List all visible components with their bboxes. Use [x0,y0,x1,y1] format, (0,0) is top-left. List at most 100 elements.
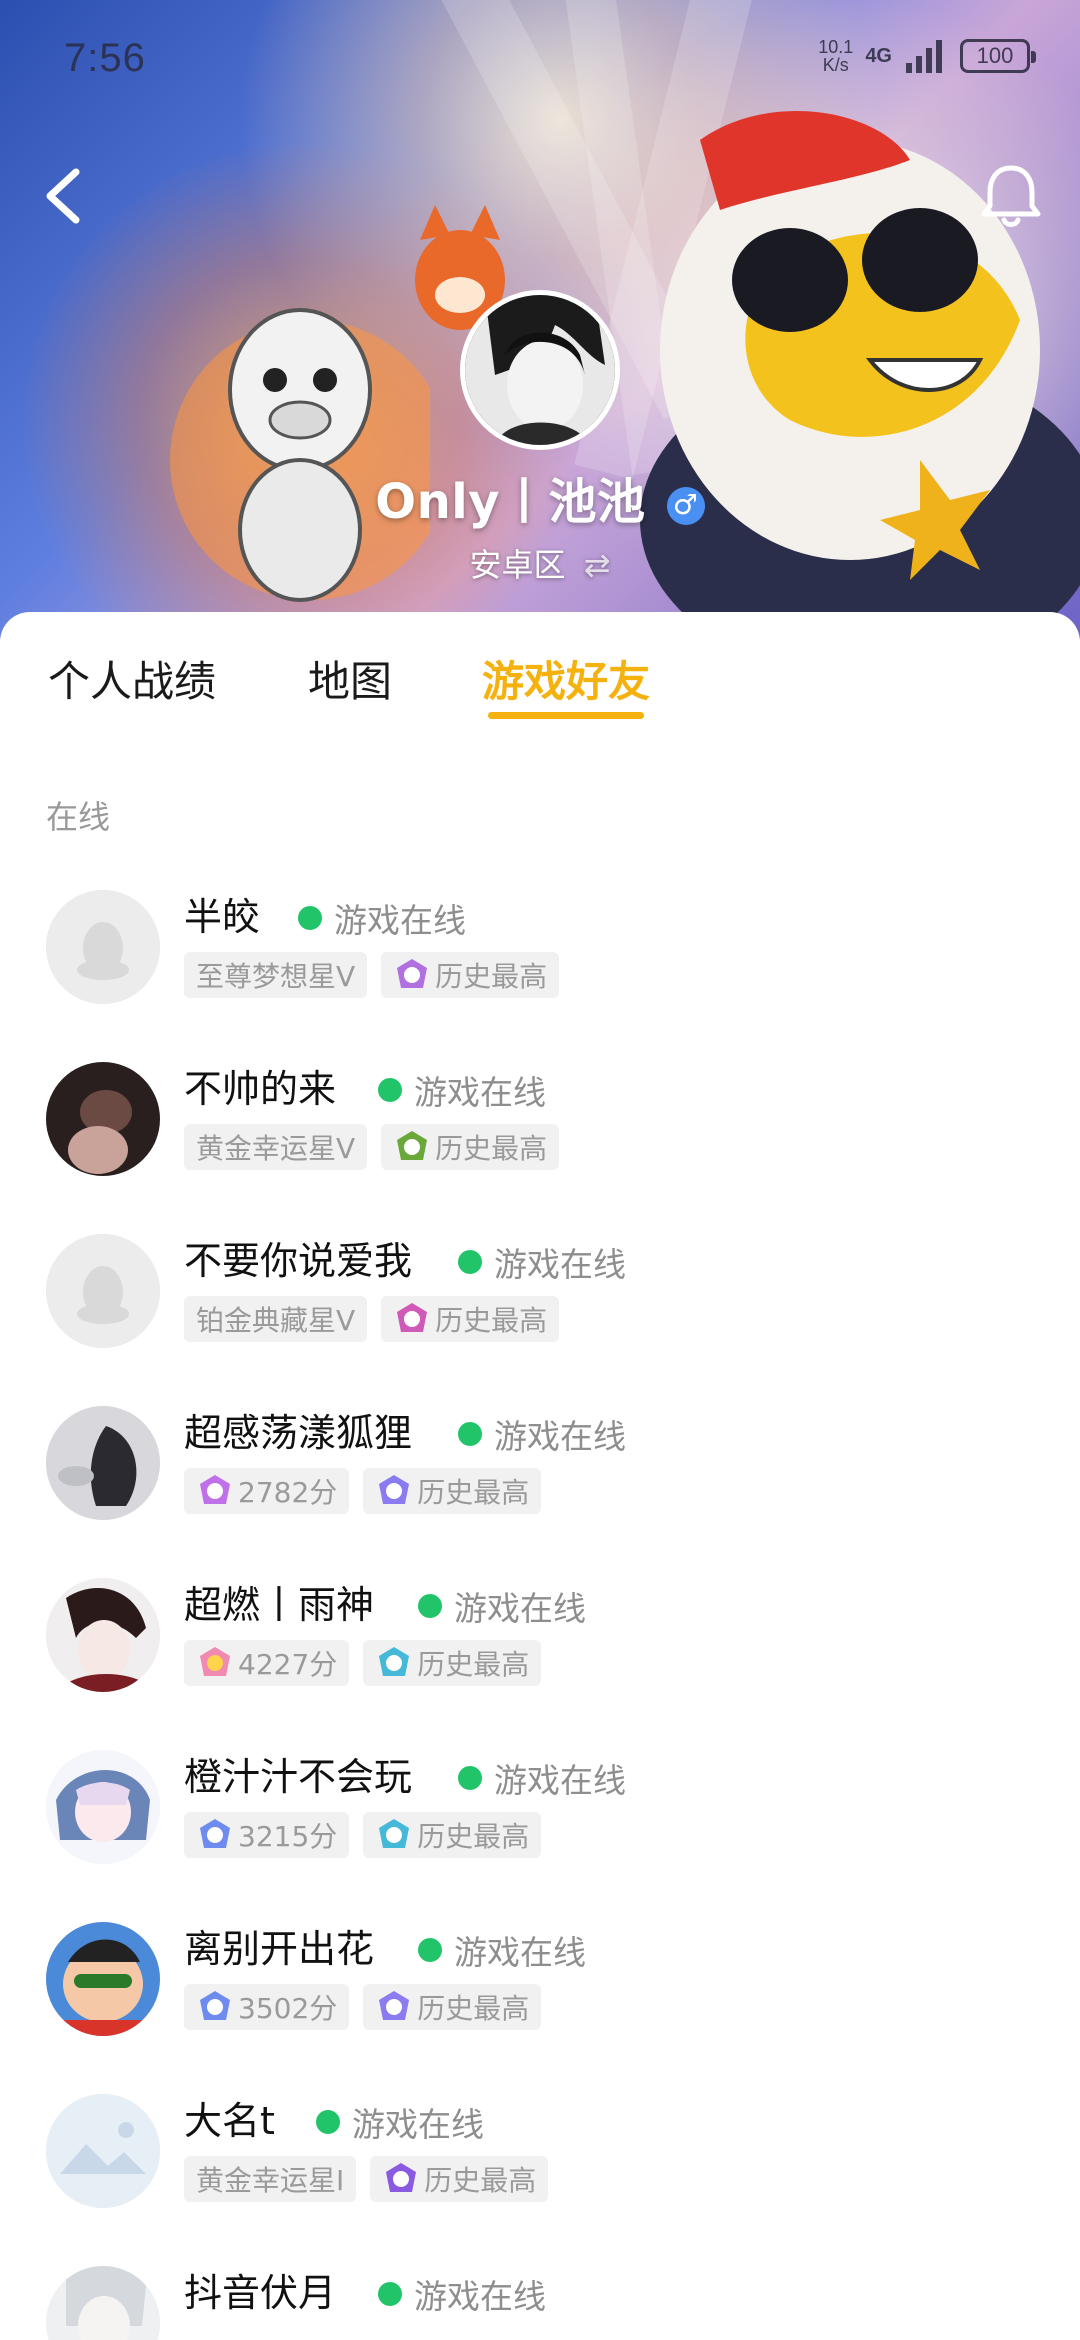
online-status: 游戏在线 [378,1066,546,1114]
network-speed-value: 10.1 [818,37,854,57]
rank-badge-icon [200,1647,230,1676]
rank-badge-icon [379,1819,410,1848]
friend-avatar[interactable] [46,1406,160,1520]
rank-badge-icon [200,1475,230,1504]
online-status-text: 游戏在线 [454,1589,586,1628]
friend-tags: 黄金幸运星V 历史最高 [184,1124,560,1170]
rank-tag-text: 至尊梦想星V [196,960,356,993]
friend-tags: 3502分 历史最高 [184,1984,542,2030]
friend-list-item[interactable]: 不要你说爱我 游戏在线 铂金典藏星V 历史最高 [0,1234,1080,1404]
male-gender-icon: ♂ [666,487,705,525]
rank-tag-text: 黄金幸运星I [196,2164,345,2197]
online-status: 游戏在线 [418,1582,586,1630]
rank-badge-icon [386,2163,417,2192]
history-high-text: 历史最高 [435,960,548,993]
history-high-text: 历史最高 [417,1648,530,1681]
tab-map[interactable]: 地图 [308,648,392,709]
friend-name: 不要你说爱我 [184,1239,413,1283]
online-status-text: 游戏在线 [334,901,466,940]
friend-tags: 铂金典藏星V 历史最高 [184,1296,560,1342]
friend-list-item[interactable]: 大名t 游戏在线 黄金幸运星I 历史最高 [0,2094,1080,2264]
friend-list-item[interactable]: 橙汁汁不会玩 游戏在线 3215分 历史最高 [0,1750,1080,1920]
friend-avatar[interactable] [46,1750,160,1864]
friend-name: 半皎 [184,895,261,939]
tab-personal-record[interactable]: 个人战绩 [48,648,216,709]
user-avatar-image [46,1750,160,1864]
rank-badge-icon [379,1991,410,2020]
online-status-text: 游戏在线 [454,1933,586,1972]
online-status: 游戏在线 [378,2270,546,2318]
network-type: 4G [865,44,892,67]
history-high-tag: 历史最高 [363,1640,542,1686]
rank-tag: 黄金幸运星I [184,2156,357,2202]
image-unavailable-avatar-icon [46,2094,160,2208]
friend-avatar[interactable] [46,1578,160,1692]
rank-badge-icon [200,1819,230,1848]
online-status-text: 游戏在线 [494,1245,626,1284]
online-status: 游戏在线 [418,1926,586,1974]
friend-name: 橙汁汁不会玩 [184,1755,413,1799]
online-dot-icon [418,1938,442,1962]
history-high-tag: 历史最高 [370,2156,549,2202]
back-arrow-icon[interactable] [36,160,96,230]
history-high-tag: 历史最高 [363,1468,542,1514]
status-indicators: 10.1 K/s 4G 100 [818,38,1036,74]
friend-name: 大名t [184,2099,275,2143]
friend-name: 离别开出花 [184,1927,375,1971]
history-high-text: 历史最高 [435,1132,548,1165]
swap-icon[interactable]: ⇄ [584,546,611,584]
friend-avatar[interactable] [46,890,160,1004]
friend-list-item[interactable]: 离别开出花 游戏在线 3502分 历史最高 [0,1922,1080,2092]
friend-avatar[interactable] [46,2266,160,2340]
online-status-text: 游戏在线 [494,1417,626,1456]
profile-avatar[interactable] [460,290,620,450]
score-tag: 2782分 [184,1468,350,1514]
user-avatar-image [46,1062,160,1176]
online-dot-icon [458,1422,482,1446]
friend-list-item[interactable]: 半皎 游戏在线 至尊梦想星V 历史最高 [0,890,1080,1060]
online-dot-icon [418,1594,442,1618]
network-speed: 10.1 K/s [818,38,853,74]
online-dot-icon [378,2282,402,2306]
tab-game-friends[interactable]: 游戏好友 [482,648,650,709]
score-tag: 4227分 [184,1640,350,1686]
score-text: 2782分 [238,1476,338,1509]
rank-tag: 黄金幸运星V [184,1124,368,1170]
friend-name: 超感荡漾狐狸 [184,1411,413,1455]
user-avatar-image [46,1406,160,1520]
online-status-text: 游戏在线 [414,1073,546,1112]
friend-list-item[interactable]: 超燃丨雨神 游戏在线 4227分 历史最高 [0,1578,1080,1748]
friend-list-item[interactable]: 抖音伏月 游戏在线 [0,2266,1080,2340]
rank-badge-icon [397,1303,428,1332]
battery-indicator: 100 [960,39,1036,73]
score-text: 3215分 [238,1820,338,1853]
region-switcher[interactable]: 安卓区 ⇄ [0,540,1080,586]
friend-avatar[interactable] [46,1062,160,1176]
history-high-text: 历史最高 [417,1820,530,1853]
online-status-text: 游戏在线 [414,2277,546,2316]
history-high-tag: 历史最高 [381,1296,560,1342]
friend-list-item[interactable]: 不帅的来 游戏在线 黄金幸运星V 历史最高 [0,1062,1080,1232]
status-time: 7:56 [64,36,146,80]
friend-tags: 3215分 历史最高 [184,1812,542,1858]
rank-badge-icon [397,959,428,988]
online-status-text: 游戏在线 [494,1761,626,1800]
friend-avatar[interactable] [46,1234,160,1348]
history-high-text: 历史最高 [435,1304,548,1337]
friend-tags: 黄金幸运星I 历史最高 [184,2156,549,2202]
history-high-text: 历史最高 [417,1476,530,1509]
network-speed-unit: K/s [822,55,849,75]
section-label-online: 在线 [46,798,111,836]
history-high-tag: 历史最高 [381,952,560,998]
friend-avatar[interactable] [46,1922,160,2036]
online-dot-icon [378,1078,402,1102]
friend-avatar[interactable] [46,2094,160,2208]
signal-icon [906,40,942,73]
bell-icon[interactable] [976,160,1046,230]
friend-list-item[interactable]: 超感荡漾狐狸 游戏在线 2782分 历史最高 [0,1406,1080,1576]
friend-tags: 至尊梦想星V 历史最高 [184,952,560,998]
profile-header-banner: 7:56 10.1 K/s 4G 100 Only丨池池 ♂ 安卓区 ⇄ [0,0,1080,640]
score-text: 4227分 [238,1648,338,1681]
profile-name: Only丨池池 ♂ [0,462,1080,532]
region-label: 安卓区 [469,546,566,584]
